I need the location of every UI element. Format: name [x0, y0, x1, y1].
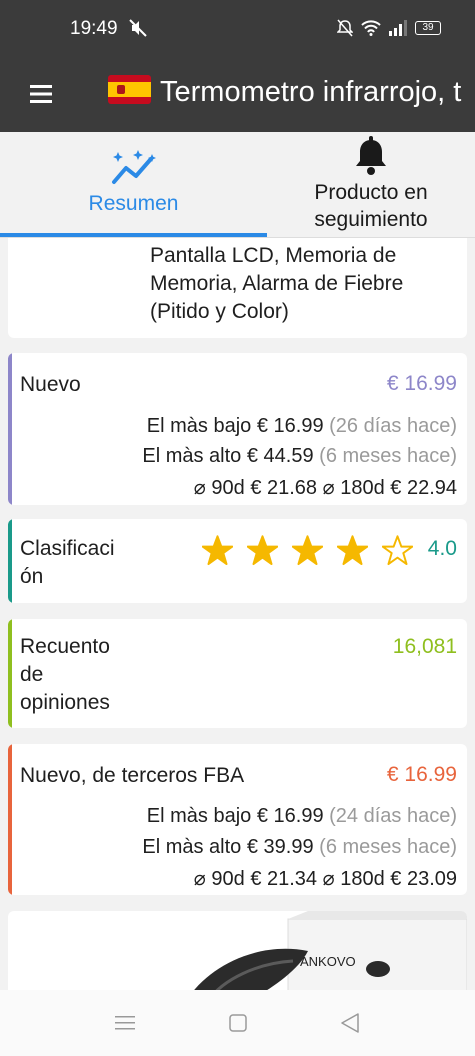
highest-price-row: El màs alto € 44.59 (6 meses hace) [142, 445, 457, 468]
lowest-label: El màs bajo [146, 805, 252, 827]
bell-icon [356, 136, 386, 175]
reviews-count: 16,081 [392, 635, 457, 658]
card-accent-bar [8, 619, 12, 728]
card-title: Nuevo [20, 373, 81, 396]
star-filled-icon [337, 535, 368, 566]
highest-when: (6 meses hace) [319, 836, 457, 858]
active-tab-indicator [0, 233, 267, 237]
tab-summary[interactable]: Resumen [0, 132, 267, 238]
status-bar: 19:49 39 [0, 0, 475, 62]
avg90-value: € 21.68 [250, 477, 318, 499]
tab-tracking-label: Producto en seguimiento [314, 181, 428, 231]
reviews-count-card[interactable]: Recuento de opiniones 16,081 [8, 619, 467, 728]
avg180-value: € 23.09 [390, 868, 457, 890]
mute-icon [129, 19, 147, 37]
tab-summary-label: Resumen [88, 192, 179, 215]
product-image: ANKOVO [186, 911, 467, 1001]
rating-card[interactable]: Clasificaci ón 4.0 [8, 519, 467, 603]
wifi-icon [361, 20, 381, 36]
status-time: 19:49 [70, 18, 118, 39]
lowest-price-row: El màs bajo € 16.99 (24 días hace) [147, 805, 457, 828]
highest-price-row: El màs alto € 39.99 (6 meses hace) [142, 836, 457, 859]
lowest-price: € 16.99 [256, 805, 324, 827]
star-filled-icon [247, 535, 278, 566]
average-price-row: ⌀ 90d € 21.34 ⌀ 180d € 23.09 [194, 866, 457, 891]
highest-label: El màs alto [142, 445, 242, 467]
description-card: Pantalla LCD, Memoria de Memoria, Alarma… [8, 238, 467, 338]
back-icon[interactable] [338, 1012, 362, 1034]
menu-icon[interactable] [30, 84, 52, 104]
current-price: € 16.99 [386, 763, 457, 786]
star-filled-icon [202, 535, 233, 566]
highest-label: El màs alto [142, 836, 242, 858]
signal-icon [389, 20, 407, 36]
star-filled-icon [292, 535, 323, 566]
card-accent-bar [8, 519, 12, 603]
notifications-off-icon [337, 19, 353, 37]
rating-value: 4.0 [427, 537, 457, 560]
avg90-label: ⌀ 90d [193, 868, 245, 890]
card-accent-bar [8, 353, 12, 505]
fba-price-card[interactable]: Nuevo, de terceros FBA € 16.99 El màs ba… [8, 744, 467, 895]
card-title: Clasificaci ón [20, 537, 115, 588]
system-navigation-bar [0, 990, 475, 1056]
product-description: Pantalla LCD, Memoria de Memoria, Alarma… [150, 244, 404, 323]
status-icons: 39 [337, 19, 441, 37]
avg180-value: € 22.94 [390, 477, 457, 499]
avg90-label: ⌀ 90d [193, 477, 245, 499]
highest-price: € 44.59 [246, 445, 314, 467]
highest-price: € 39.99 [246, 836, 314, 858]
lowest-price-row: El màs bajo € 16.99 (26 días hace) [147, 415, 457, 438]
tab-bar: Resumen Producto en seguimiento [0, 132, 475, 238]
avg180-label: ⌀ 180d [322, 868, 385, 890]
page-title: Termometro infrarrojo, t [160, 76, 462, 108]
avg180-label: ⌀ 180d [322, 477, 385, 499]
current-price: € 16.99 [386, 372, 457, 395]
lowest-price: € 16.99 [256, 415, 324, 437]
home-icon[interactable] [226, 1012, 250, 1034]
lowest-when: (26 días hace) [329, 415, 457, 437]
card-accent-bar [8, 744, 12, 895]
tab-tracking[interactable]: Producto en seguimiento [267, 132, 475, 238]
card-title: Nuevo, de terceros FBA [20, 764, 245, 787]
avg90-value: € 21.34 [250, 868, 318, 890]
box-brand-text: ANKOVO [300, 954, 356, 969]
rating-stars [202, 535, 413, 566]
spain-flag-icon [108, 75, 151, 104]
star-empty-icon [382, 535, 413, 566]
highest-when: (6 meses hace) [319, 445, 457, 467]
new-price-card[interactable]: Nuevo € 16.99 El màs bajo € 16.99 (26 dí… [8, 353, 467, 505]
card-title: Recuento de opiniones [20, 635, 110, 714]
trending-sparkle-icon [111, 150, 156, 184]
app-bar: Termometro infrarrojo, t [0, 62, 475, 132]
product-image-card[interactable]: ANKOVO [8, 911, 467, 1001]
lowest-label: El màs bajo [146, 415, 252, 437]
lowest-when: (24 días hace) [329, 805, 457, 827]
battery-icon: 39 [415, 21, 441, 35]
average-price-row: ⌀ 90d € 21.68 ⌀ 180d € 22.94 [194, 475, 457, 500]
recent-apps-icon[interactable] [113, 1012, 137, 1034]
